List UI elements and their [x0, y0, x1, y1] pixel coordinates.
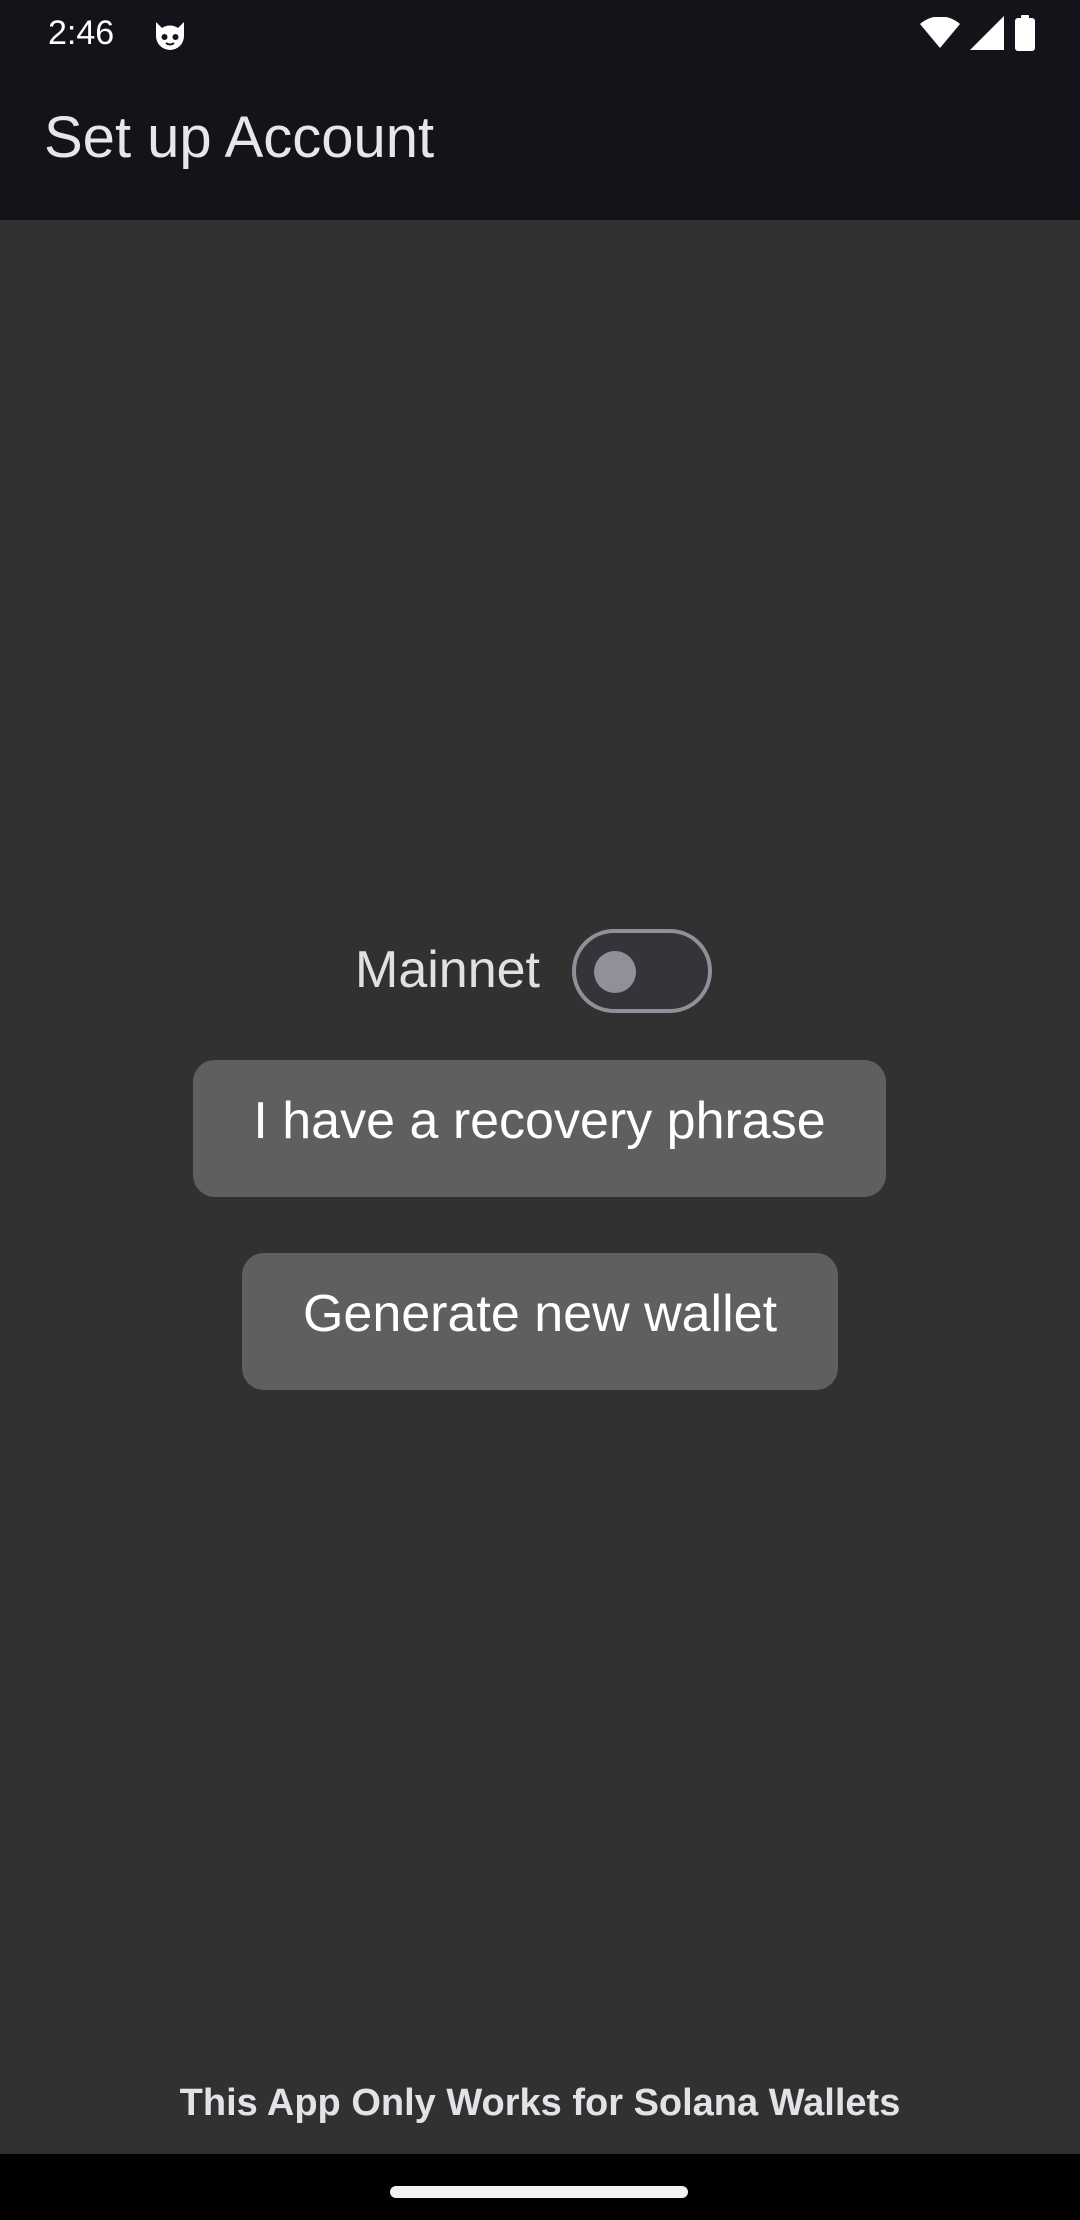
status-bar: 2:46 [0, 0, 1080, 66]
wifi-icon [920, 17, 960, 49]
app-bar: Set up Account [0, 66, 1080, 220]
mainnet-switch[interactable] [572, 929, 712, 1013]
page-title: Set up Account [44, 105, 435, 170]
home-gesture-handle[interactable] [390, 2186, 688, 2198]
navigation-bar [0, 2154, 1080, 2220]
setup-account-screen: 2:46 Set up Account Mainnet I have a rec… [0, 0, 1080, 2220]
status-icons [920, 14, 1036, 52]
solana-only-note: This App Only Works for Solana Wallets [179, 2082, 901, 2124]
status-time: 2:46 [48, 14, 115, 52]
recovery-phrase-button[interactable]: I have a recovery phrase [193, 1060, 886, 1197]
cat-face-icon [152, 16, 188, 52]
generate-wallet-button[interactable]: Generate new wallet [242, 1253, 838, 1390]
battery-icon [1014, 15, 1036, 51]
mainnet-label: Mainnet [355, 941, 540, 999]
cellular-signal-icon [970, 16, 1004, 50]
switch-thumb [594, 951, 636, 993]
mainnet-toggle-row: Mainnet [0, 928, 1080, 1018]
